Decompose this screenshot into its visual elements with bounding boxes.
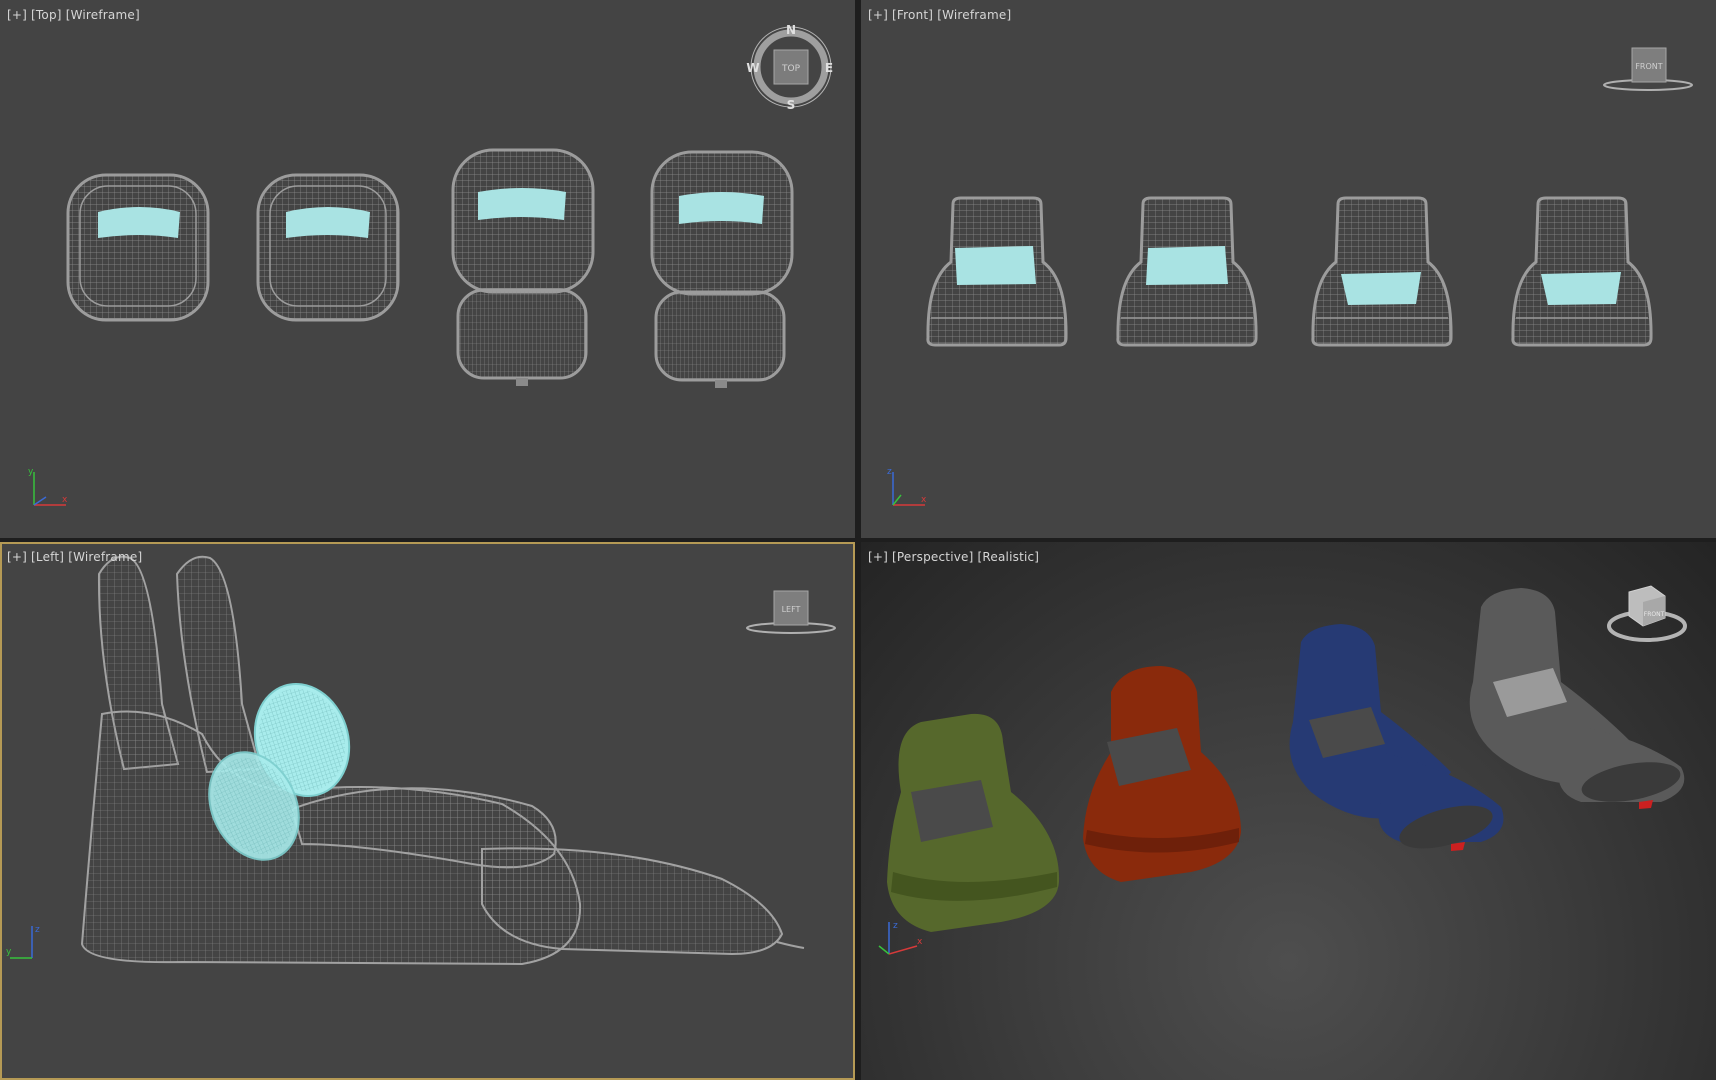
viewcube-face-label: FRONT	[1635, 62, 1662, 71]
compass-n-label: N	[786, 23, 796, 37]
viewcube-face-label: TOP	[781, 64, 801, 74]
viewport-menu-plus[interactable]: [+]	[868, 8, 888, 22]
viewport-shading-menu[interactable]: [Wireframe]	[937, 8, 1011, 22]
compass-s-label: S	[787, 98, 796, 112]
viewport-view-menu[interactable]: [Perspective]	[892, 550, 973, 564]
viewport-shading-menu[interactable]: [Wireframe]	[66, 8, 140, 22]
viewport-front[interactable]: z x FRONT [+] [Front] [Wireframe]	[861, 0, 1716, 538]
viewcube-perspective[interactable]: FRONT	[861, 542, 1716, 1080]
viewport-menu-plus[interactable]: [+]	[868, 550, 888, 564]
viewcube-face-label: LEFT	[782, 605, 801, 614]
viewport-menu-plus[interactable]: [+]	[7, 550, 27, 564]
compass-e-label: E	[825, 61, 833, 75]
viewport-label-perspective: [+] [Perspective] [Realistic]	[868, 550, 1039, 564]
viewport-view-menu[interactable]: [Front]	[892, 8, 933, 22]
viewport-perspective[interactable]: z x FRONT [+] [Perspective] [Realistic]	[861, 542, 1716, 1080]
viewport-label-top: [+] [Top] [Wireframe]	[7, 8, 140, 22]
viewport-label-front: [+] [Front] [Wireframe]	[868, 8, 1011, 22]
viewport-label-left: [+] [Left] [Wireframe]	[7, 550, 142, 564]
viewport-view-menu[interactable]: [Top]	[31, 8, 62, 22]
viewcube-left[interactable]: LEFT	[2, 544, 853, 1078]
viewcube-face-label: FRONT	[1644, 611, 1665, 618]
viewcube-top[interactable]: TOP N S E W	[0, 0, 855, 538]
viewport-left[interactable]: z y LEFT [+] [Left] [Wireframe]	[0, 542, 855, 1080]
viewport-top[interactable]: y x TOP N S E W [+] [Top] [Wireframe]	[0, 0, 855, 538]
viewport-shading-menu[interactable]: [Wireframe]	[68, 550, 142, 564]
viewport-view-menu[interactable]: [Left]	[31, 550, 64, 564]
viewport-shading-menu[interactable]: [Realistic]	[978, 550, 1040, 564]
viewport-menu-plus[interactable]: [+]	[7, 8, 27, 22]
viewcube-front[interactable]: FRONT	[861, 0, 1716, 538]
compass-w-label: W	[746, 61, 759, 75]
